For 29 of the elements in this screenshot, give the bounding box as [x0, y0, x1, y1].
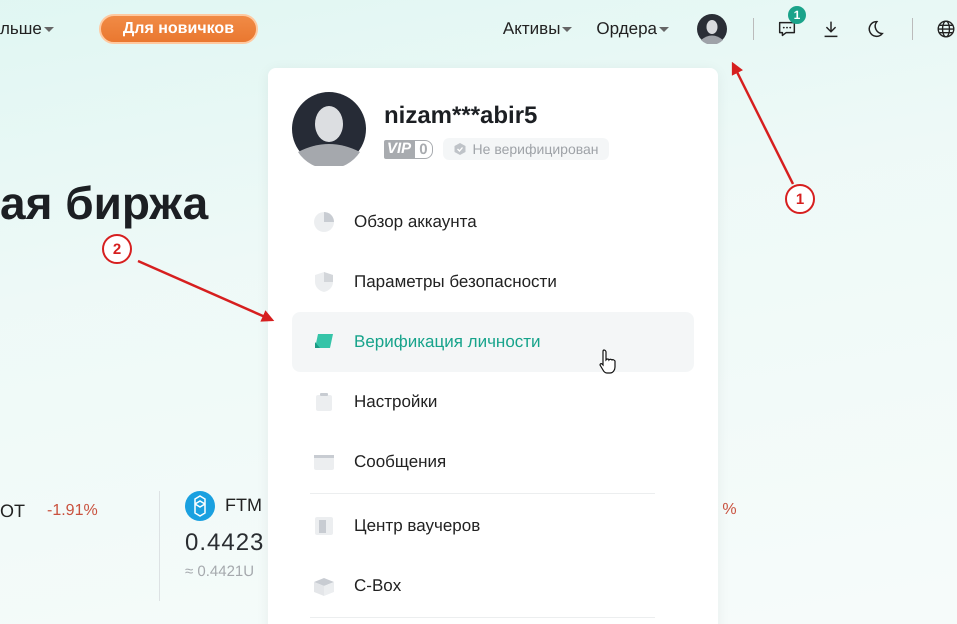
- notification-badge: 1: [788, 6, 806, 24]
- avatar-icon: [292, 92, 366, 166]
- annotation-number: 2: [102, 234, 132, 264]
- hero-title: ая биржа: [0, 178, 208, 229]
- globe-icon[interactable]: [935, 18, 957, 40]
- ticker-approx-price: ≈ 0.4421U: [185, 562, 256, 580]
- verification-status: Не верифицирован: [442, 138, 609, 160]
- price-change: %: [722, 500, 737, 519]
- nav-menu[interactable]: Активы: [502, 19, 572, 39]
- pointer-cursor-icon: [598, 348, 618, 374]
- nav-menu[interactable]: Ордера: [596, 19, 669, 39]
- menu-item[interactable]: Центр ваучеров: [292, 496, 694, 556]
- shield-icon: [312, 270, 336, 294]
- ticker-symbol: OT: [0, 500, 25, 523]
- annotation-number: 1: [785, 184, 815, 214]
- pie-chart-icon: [312, 210, 336, 234]
- menu-item[interactable]: C-Box: [292, 556, 694, 616]
- menu-item[interactable]: Настройки: [292, 372, 694, 432]
- avatar-icon[interactable]: [697, 14, 727, 44]
- shield-check-icon: [452, 142, 467, 156]
- menu-item[interactable]: Обзор аккаунта: [292, 192, 694, 252]
- menu-item[interactable]: Параметры безопасности: [292, 252, 694, 312]
- ticker-symbol: FTM: [225, 495, 262, 516]
- coin-icon: [185, 490, 215, 521]
- username: nizam***abir5: [384, 102, 538, 130]
- price-change: -1.91%: [47, 500, 98, 521]
- more-menu[interactable]: льше: [0, 19, 54, 39]
- ticker-price: 0.4423: [185, 528, 264, 557]
- menu-item[interactable]: Сообщения: [292, 432, 694, 492]
